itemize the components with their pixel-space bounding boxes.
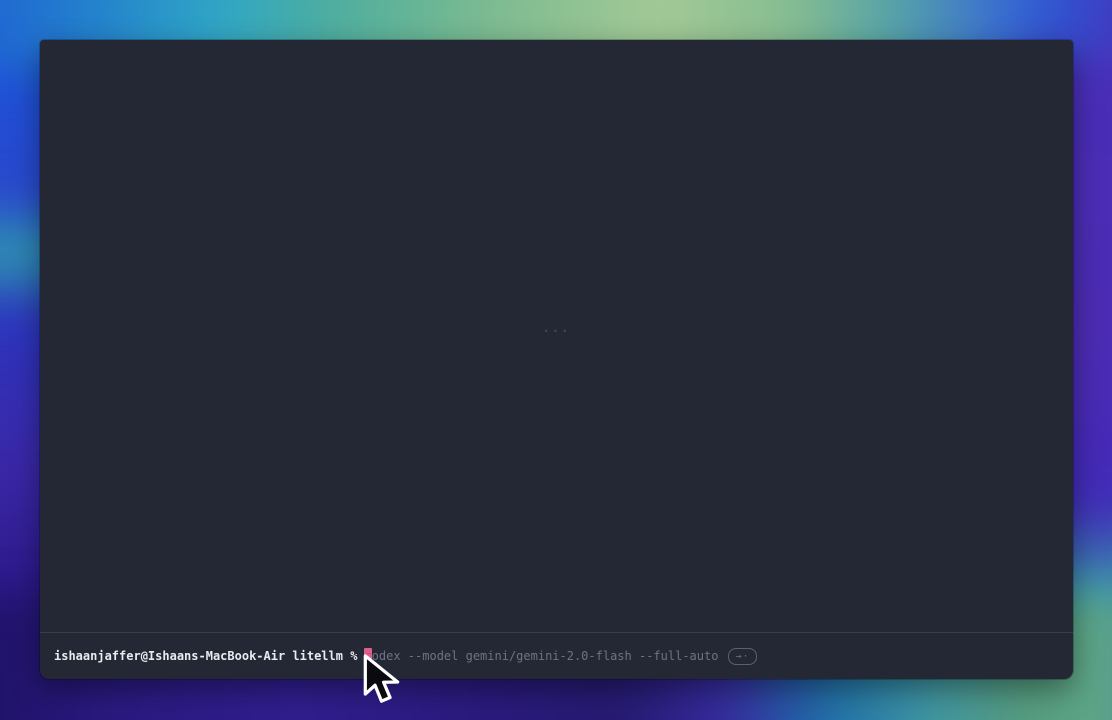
autosuggestion-text: odex --model gemini/gemini-2.0-flash --f… [372, 649, 719, 663]
terminal-window[interactable]: ··· ishaanjaffer@Ishaans-MacBook-Air lit… [40, 40, 1073, 679]
shell-prompt: ishaanjaffer@Ishaans-MacBook-Air litellm… [54, 649, 357, 663]
loading-ellipsis: ··· [543, 324, 571, 338]
text-cursor: c [364, 648, 371, 664]
terminal-scrollback: ··· [40, 40, 1073, 632]
tab-hint-badge: →· [728, 648, 756, 665]
tab-arrow-icon: →· [735, 651, 749, 662]
terminal-prompt-row[interactable]: ishaanjaffer@Ishaans-MacBook-Air litellm… [40, 632, 1073, 679]
